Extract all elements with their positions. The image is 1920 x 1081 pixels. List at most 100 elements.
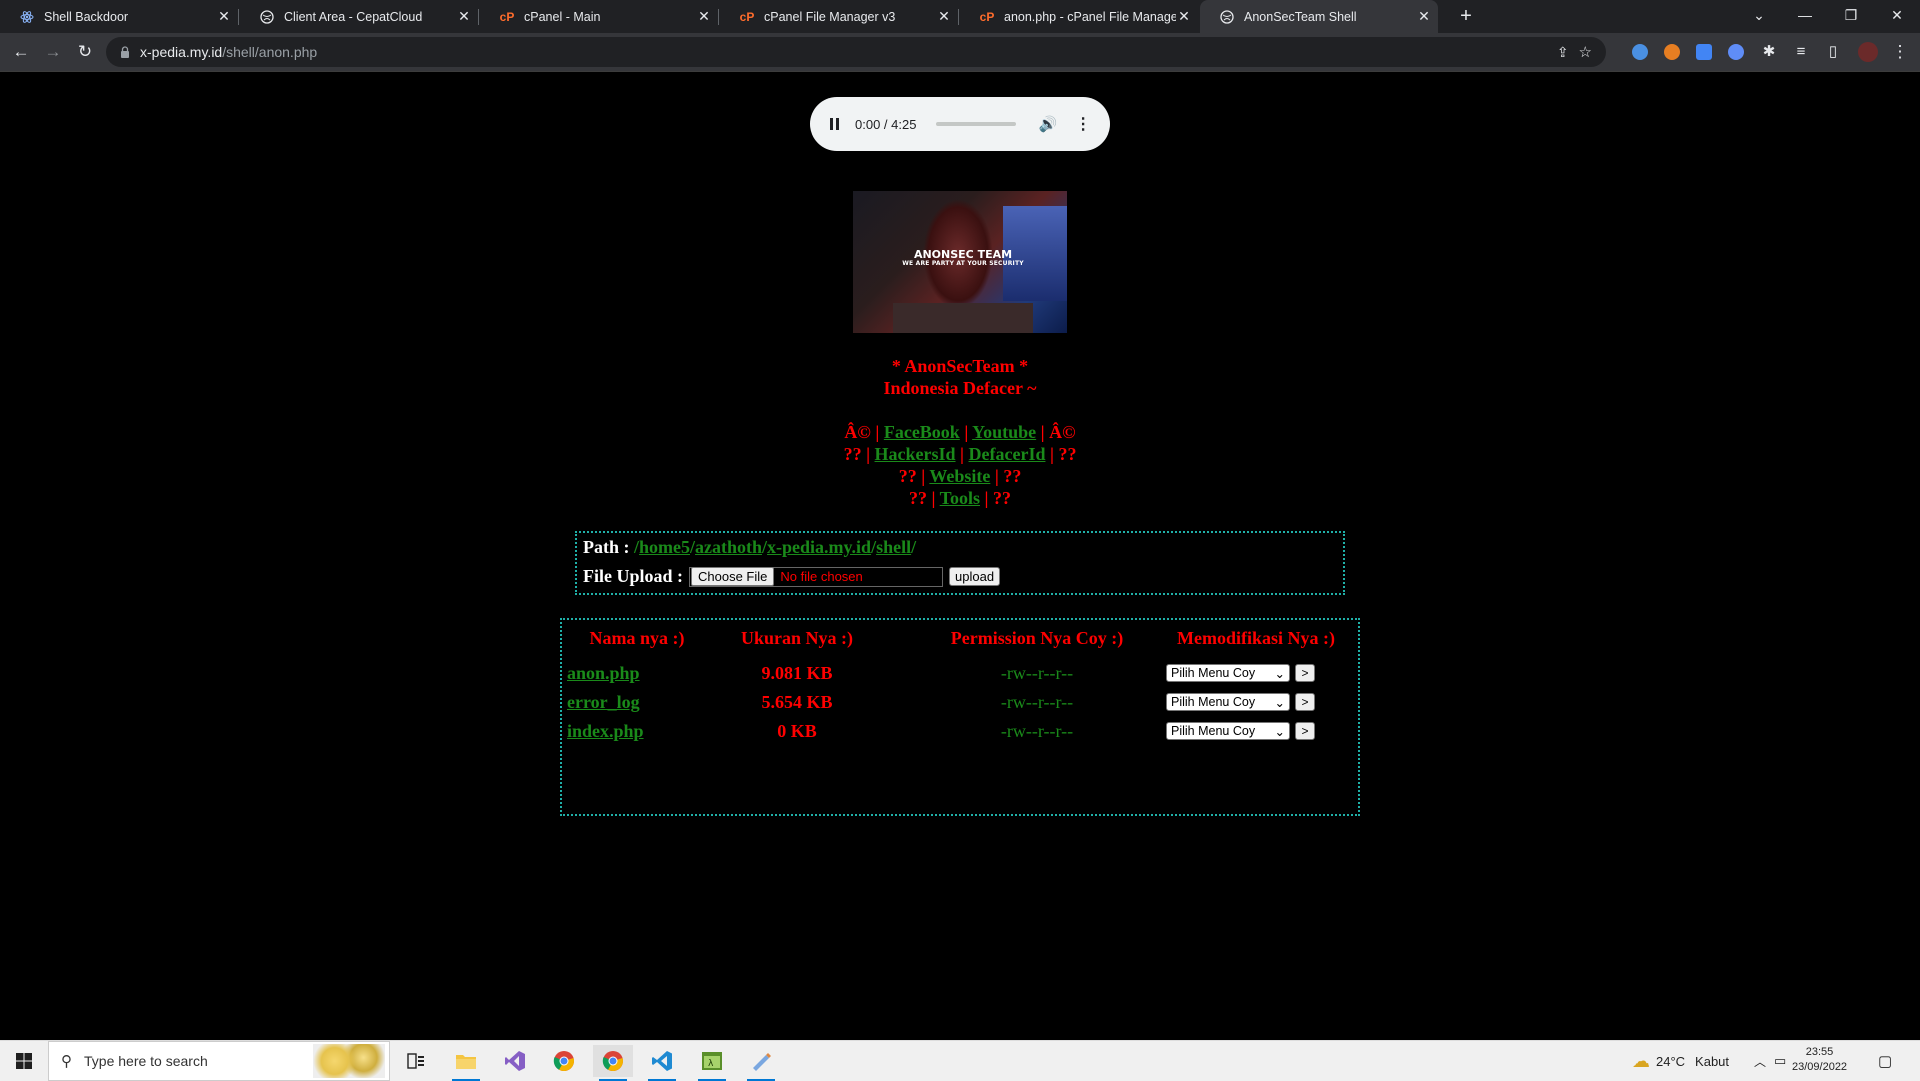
forward-icon[interactable]: → (41, 40, 65, 64)
modify-controls: Pilih Menu Coy ⌄ > (1166, 693, 1315, 711)
translate-icon[interactable] (1696, 44, 1712, 60)
file-name-link[interactable]: index.php (567, 721, 644, 742)
chrome-active-icon[interactable] (593, 1045, 633, 1081)
facebook-link[interactable]: FaceBook (884, 422, 960, 442)
file-size: 0 KB (777, 721, 817, 741)
path-segment-home5[interactable]: home5 (639, 537, 690, 557)
path-segment-azathoth[interactable]: azathoth (695, 537, 762, 557)
path-segment-shell[interactable]: shell (876, 537, 911, 557)
choose-file-button[interactable]: Choose File (691, 567, 775, 586)
cpanel-icon: cP (979, 9, 995, 24)
search-highlight-image (313, 1044, 385, 1078)
close-icon[interactable]: ✕ (1176, 8, 1192, 25)
paint-app-icon[interactable] (741, 1045, 781, 1081)
sidepanel-icon[interactable]: ▯ (1821, 40, 1845, 64)
action-select[interactable]: Pilih Menu Coy ⌄ (1166, 722, 1290, 740)
back-icon[interactable]: ← (9, 40, 33, 64)
reload-icon[interactable]: ↻ (73, 40, 97, 64)
minimize-icon[interactable]: — (1782, 0, 1828, 33)
tab-client-area[interactable]: Client Area - CepatCloud ✕ (240, 0, 478, 33)
website-link[interactable]: Website (929, 466, 990, 486)
extension-icon[interactable] (1664, 44, 1680, 60)
puzzle-icon[interactable]: ✱ (1757, 40, 1781, 64)
banner-title: ANONSEC TEAM (913, 248, 1013, 261)
file-permission: -rw--r--r-- (1000, 692, 1074, 712)
links-row-2: ?? | HackersId | DefacerId | ?? (0, 443, 1920, 465)
page-content: 0:00 / 4:25 🔊 ⋮ ANONSEC TEAM WE ARE PART… (0, 72, 1920, 1040)
cpanel-icon: cP (739, 9, 755, 24)
taskbar: ⚲ Type here to search λ ☁ 24°C Kabut ︿ ▭… (0, 1040, 1920, 1081)
table-row: anon.php 9.081 KB -rw--r--r-- Pilih Menu… (562, 663, 1358, 689)
close-icon[interactable]: ✕ (1416, 8, 1432, 25)
defacerid-link[interactable]: DefacerId (969, 444, 1046, 464)
avatar[interactable] (1858, 42, 1878, 62)
hackersid-link[interactable]: HackersId (875, 444, 956, 464)
select-value: Pilih Menu Coy (1171, 724, 1256, 738)
close-icon[interactable]: ✕ (696, 8, 712, 25)
share-icon[interactable]: ⇪ (1557, 44, 1569, 61)
close-icon[interactable]: ✕ (456, 8, 472, 25)
separator: | (994, 466, 999, 486)
menu-icon[interactable]: ⋮ (1888, 40, 1912, 64)
chevron-down-icon: ⌄ (1274, 724, 1285, 739)
chrome-icon[interactable] (544, 1045, 584, 1077)
search-extension-icon[interactable] (1728, 44, 1744, 60)
tab-anon-php-file-manager[interactable]: cP anon.php - cPanel File Manager v ✕ (960, 0, 1198, 33)
symbol-text: ?? (843, 444, 862, 464)
taskbar-search-input[interactable]: ⚲ Type here to search (48, 1041, 390, 1081)
separator: | (964, 422, 969, 442)
chevron-up-icon[interactable]: ︿ (1754, 1041, 1766, 1081)
address-bar[interactable]: x-pedia.my.id /shell/anon.php ⇪ ☆ (106, 37, 1606, 67)
upload-button[interactable]: upload (949, 567, 1001, 586)
notification-icon[interactable]: ▢ (1878, 1041, 1892, 1081)
path-separator: / (911, 537, 917, 557)
go-button[interactable]: > (1295, 722, 1315, 740)
tab-shell-backdoor[interactable]: Shell Backdoor ✕ (0, 0, 238, 33)
clock[interactable]: 23:55 23/09/2022 (1792, 1045, 1847, 1075)
window-close-icon[interactable]: ✕ (1874, 0, 1920, 33)
action-select[interactable]: Pilih Menu Coy ⌄ (1166, 693, 1290, 711)
browser-toolbar: ← → ↻ x-pedia.my.id /shell/anon.php ⇪ ☆ … (0, 33, 1920, 72)
media-icon[interactable]: ≡ (1789, 40, 1813, 64)
windows-start-icon[interactable] (0, 1041, 48, 1081)
tools-link[interactable]: Tools (940, 488, 980, 508)
visual-studio-icon[interactable] (495, 1045, 535, 1077)
file-upload-input[interactable]: Choose File No file chosen (689, 566, 944, 587)
weather-widget[interactable]: ☁ 24°C Kabut (1632, 1041, 1729, 1081)
tab-cpanel-main[interactable]: cP cPanel - Main ✕ (480, 0, 718, 33)
more-options-icon[interactable]: ⋮ (1075, 114, 1091, 134)
globe-icon (1220, 9, 1234, 24)
action-select[interactable]: Pilih Menu Coy ⌄ (1166, 664, 1290, 682)
tab-cpanel-file-manager[interactable]: cP cPanel File Manager v3 ✕ (720, 0, 958, 33)
header-name: Nama nya :) (589, 628, 685, 648)
pause-icon[interactable] (830, 118, 839, 130)
volume-icon[interactable]: 🔊 (1038, 115, 1057, 133)
cloud-extension-icon[interactable] (1632, 44, 1648, 60)
close-icon[interactable]: ✕ (936, 8, 952, 25)
audio-progress-slider[interactable] (936, 122, 1017, 126)
terminal-app-icon[interactable]: λ (692, 1045, 732, 1081)
path-segment-domain[interactable]: x-pedia.my.id (767, 537, 871, 557)
star-icon[interactable]: ☆ (1579, 43, 1592, 61)
file-explorer-icon[interactable] (446, 1045, 486, 1081)
file-name-link[interactable]: anon.php (567, 663, 640, 684)
search-icon: ⚲ (61, 1053, 72, 1070)
close-icon[interactable]: ✕ (216, 8, 232, 25)
network-icon[interactable]: ▭ (1774, 1041, 1786, 1081)
banner-subtitle: WE ARE PARTY AT YOUR SECURITY (902, 260, 1024, 267)
file-name-link[interactable]: error_log (567, 692, 640, 713)
react-icon (20, 10, 34, 24)
restore-icon[interactable]: ❐ (1828, 0, 1874, 33)
audio-time: 0:00 / 4:25 (855, 116, 917, 132)
go-button[interactable]: > (1295, 664, 1315, 682)
upload-label: File Upload : (583, 566, 684, 586)
go-button[interactable]: > (1295, 693, 1315, 711)
vscode-icon[interactable] (642, 1045, 682, 1081)
separator: | (984, 488, 989, 508)
youtube-link[interactable]: Youtube (972, 422, 1036, 442)
tab-anonsecteam-shell[interactable]: AnonSecTeam Shell ✕ (1200, 0, 1438, 33)
new-tab-button[interactable]: + (1454, 4, 1478, 28)
task-view-icon[interactable] (396, 1045, 436, 1077)
audio-player[interactable]: 0:00 / 4:25 🔊 ⋮ (810, 97, 1110, 151)
tab-search-icon[interactable]: ⌄ (1736, 0, 1782, 33)
